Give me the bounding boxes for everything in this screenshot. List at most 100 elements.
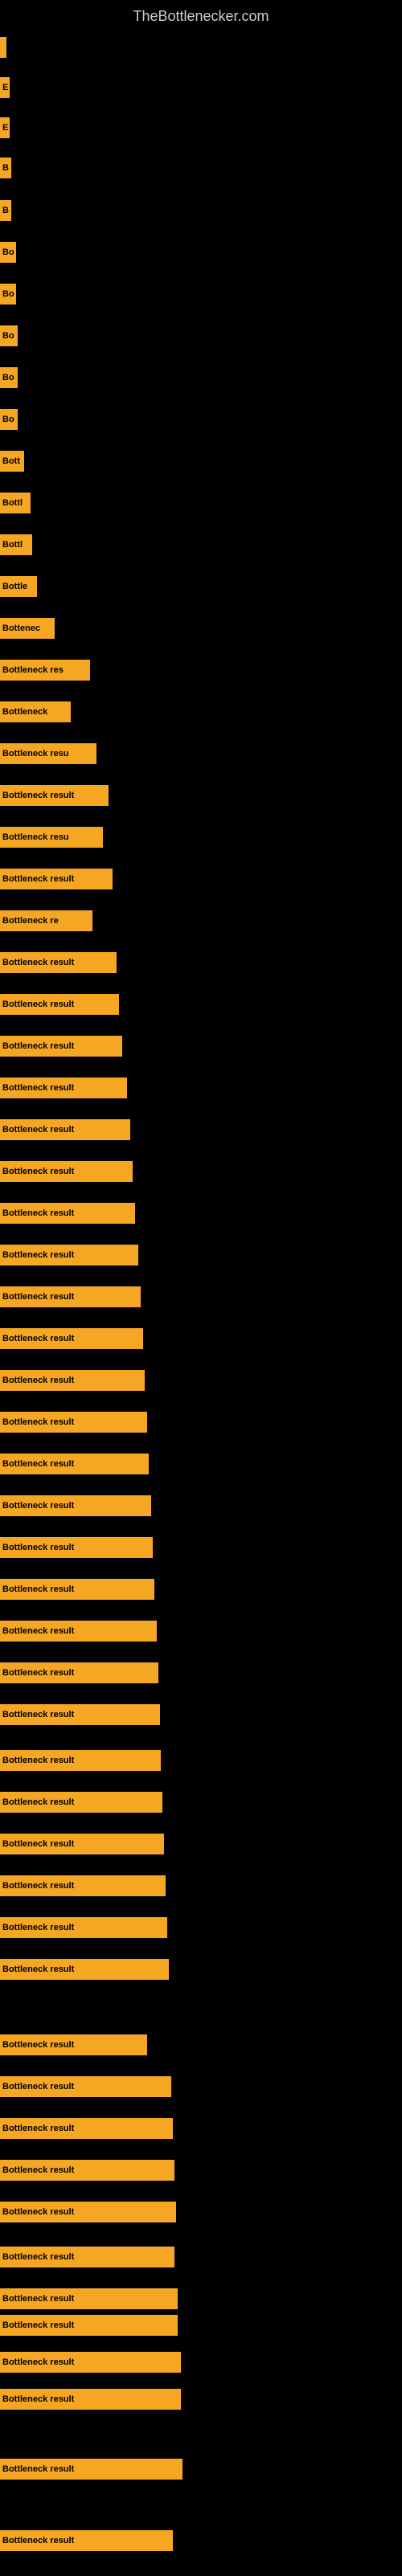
bar-label: Bottleneck res: [0, 660, 90, 681]
bar-label: Bottleneck result: [0, 1704, 160, 1725]
bar-row: Bottleneck result: [0, 2118, 173, 2139]
bar-row: E: [0, 77, 10, 98]
bar-label: Bottleneck result: [0, 2076, 171, 2097]
bar-label: Bottleneck result: [0, 1077, 127, 1098]
bar-label-text: Bottleneck result: [2, 2124, 74, 2133]
bar-label: Bottleneck result: [0, 1579, 154, 1600]
bar-row: Bottleneck result: [0, 1412, 147, 1433]
bar-row: Bottleneck result: [0, 2247, 174, 2267]
bar-row: Bottleneck result: [0, 2459, 183, 2480]
bar-label-text: Bottleneck result: [2, 1000, 74, 1009]
bar-row: Bo: [0, 325, 18, 346]
bar-label-text: Bottleneck resu: [2, 749, 69, 758]
site-title: TheBottlenecker.com: [0, 0, 402, 29]
bar-label: Bottleneck result: [0, 2288, 178, 2309]
bar-label-text: Bottl: [2, 540, 23, 550]
bar-label-text: Bottenec: [2, 624, 40, 633]
bar-label-text: E: [2, 83, 8, 92]
bar-label: Bottleneck result: [0, 2202, 176, 2222]
bar-label-text: Bottleneck result: [2, 1881, 74, 1891]
bar-label: Bottleneck result: [0, 1917, 167, 1938]
bar-label-text: Bottleneck result: [2, 1459, 74, 1469]
bar-row: Bottleneck result: [0, 2076, 171, 2097]
bar-label: Bo: [0, 409, 18, 430]
bar-label-text: Bottleneck result: [2, 2394, 74, 2404]
bar-label-text: Bottleneck result: [2, 2207, 74, 2217]
bar-row: Bottleneck result: [0, 1662, 158, 1683]
bar-label: Bottleneck result: [0, 994, 119, 1015]
bar-label-text: Bottle: [2, 582, 27, 591]
bar-row: Bottleneck result: [0, 2315, 178, 2336]
bar-label-text: Bottleneck result: [2, 1376, 74, 1385]
bar-label-text: Bottleneck result: [2, 1417, 74, 1427]
bar-label-text: Bottleneck result: [2, 1167, 74, 1176]
bar-label-text: Bottleneck res: [2, 665, 64, 675]
bar-label: Bottleneck result: [0, 1161, 133, 1182]
bar-label-text: Bottleneck result: [2, 2165, 74, 2175]
bar-label: Bottl: [0, 493, 31, 513]
bar-label-text: E: [2, 123, 8, 133]
bar-label: Bottleneck result: [0, 2352, 181, 2373]
bar-label: Bo: [0, 284, 16, 305]
bar-label: Bo: [0, 242, 16, 263]
bar-label: Bottl: [0, 534, 32, 555]
bar-label: Bottleneck result: [0, 2389, 181, 2410]
bar-label: Bottleneck resu: [0, 743, 96, 764]
bar-label: B: [0, 200, 11, 221]
bar-row: Bottleneck result: [0, 1621, 157, 1642]
bar-label-text: Bottleneck result: [2, 2320, 74, 2330]
bar-label: Bottleneck result: [0, 2160, 174, 2181]
bar-label: Bottleneck result: [0, 1454, 149, 1474]
bar-label-text: Bo: [2, 247, 14, 257]
bar-label-text: Bottleneck result: [2, 2082, 74, 2091]
bar-row: Bottleneck result: [0, 1792, 162, 1813]
bar-label-text: Bottleneck re: [2, 916, 59, 926]
bar-row: Bottleneck resu: [0, 827, 103, 848]
bar-label-text: Bo: [2, 289, 14, 299]
bar-row: Bottleneck result: [0, 1917, 167, 1938]
bar-label: Bottleneck result: [0, 1792, 162, 1813]
bar-label-text: Bottleneck result: [2, 2040, 74, 2050]
bar-label: Bottleneck result: [0, 2530, 173, 2551]
bar-label: Bottleneck resu: [0, 827, 103, 848]
bar-row: B: [0, 200, 11, 221]
bars-container: E E B B Bo Bo Bo Bo Bo Bott Bottl Bottl Bottle Botten…: [0, 29, 402, 2576]
bar-label: Bottleneck result: [0, 1750, 161, 1771]
bar-label-text: Bottleneck result: [2, 2294, 74, 2304]
bar-label: Bottleneck result: [0, 1119, 130, 1140]
bar-label: Bo: [0, 367, 18, 388]
bar-row: Bottleneck result: [0, 1454, 149, 1474]
bar-label-text: Bottleneck result: [2, 1292, 74, 1302]
bar-label-text: Bottleneck result: [2, 1584, 74, 1594]
bar-row: Bottleneck result: [0, 869, 113, 889]
bar-label: Bottleneck result: [0, 2459, 183, 2480]
bar-row: Bottleneck re: [0, 910, 92, 931]
bar-label: Bottleneck result: [0, 1286, 141, 1307]
bar-row: Bottleneck result: [0, 1370, 145, 1391]
bar-label: E: [0, 117, 10, 138]
bar-row: Bo: [0, 409, 18, 430]
bar-label: E: [0, 77, 10, 98]
bar-label: Bottle: [0, 576, 37, 597]
bar-label: Bottleneck result: [0, 1959, 169, 1980]
bar-row: Bottleneck result: [0, 952, 117, 973]
bar-row: Bo: [0, 367, 18, 388]
bar-label-text: Bottleneck result: [2, 2464, 74, 2474]
bar-row: B: [0, 157, 11, 178]
bar-row: [0, 37, 6, 58]
bar-row: Bottleneck result: [0, 1834, 164, 1854]
bar-label-text: Bottleneck: [2, 707, 47, 717]
bar-row: Bottle: [0, 576, 37, 597]
bar-row: Bo: [0, 242, 16, 263]
bar-label: Bott: [0, 451, 24, 472]
bar-row: Bottl: [0, 534, 32, 555]
bar-label: Bottleneck result: [0, 869, 113, 889]
bar-row: Bottleneck result: [0, 1537, 153, 1558]
bar-label: Bottleneck result: [0, 1412, 147, 1433]
bar-row: Bottleneck result: [0, 1119, 130, 1140]
bar-label: Bottleneck result: [0, 2247, 174, 2267]
bar-label-text: Bottleneck result: [2, 1208, 74, 1218]
bar-row: Bottleneck result: [0, 1077, 127, 1098]
bar-row: Bottleneck result: [0, 2202, 176, 2222]
bar-label-text: Bottleneck result: [2, 1839, 74, 1849]
